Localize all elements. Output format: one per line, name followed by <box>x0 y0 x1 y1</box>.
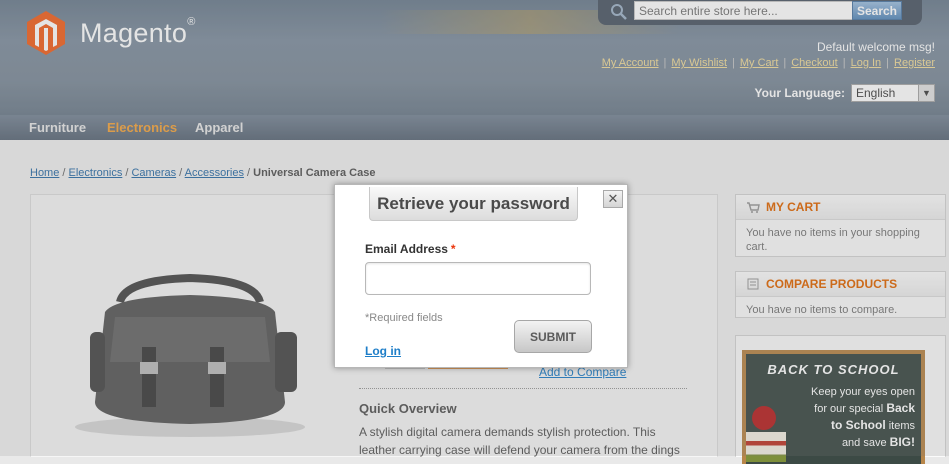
dialog-title: Retrieve your password <box>369 187 578 221</box>
email-label: Email Address * <box>365 242 456 256</box>
required-fields-note: *Required fields <box>365 312 443 324</box>
email-field[interactable] <box>365 262 591 295</box>
close-icon[interactable]: ✕ <box>603 190 623 208</box>
submit-button[interactable]: SUBMIT <box>514 320 592 353</box>
retrieve-password-dialog: Retrieve your password ✕ Email Address * … <box>334 184 628 368</box>
log-in-link-dialog[interactable]: Log in <box>365 344 401 358</box>
